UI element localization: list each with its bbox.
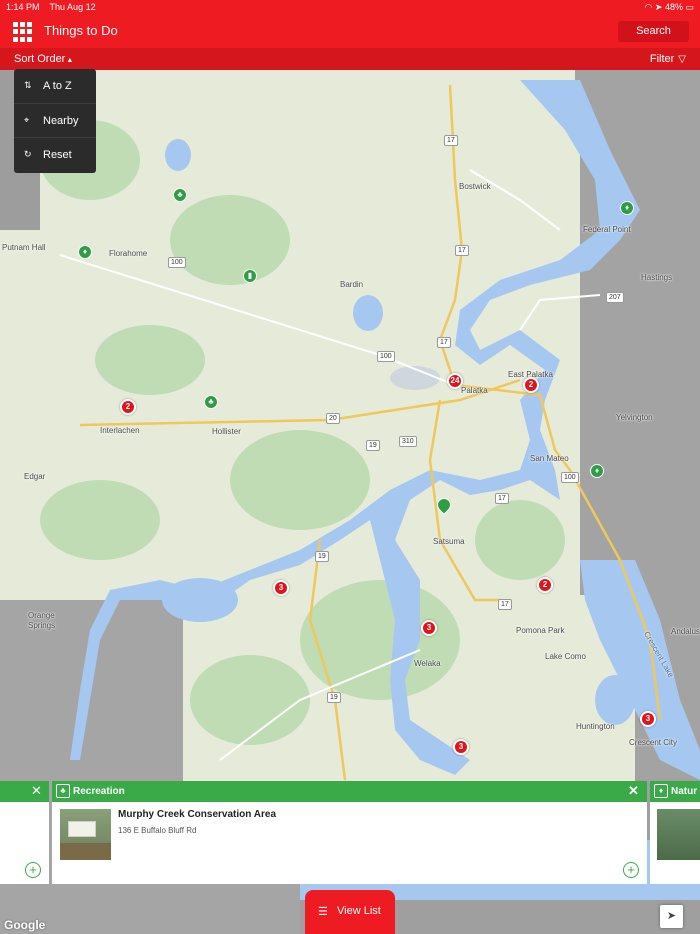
place-thumbnail[interactable] (60, 809, 111, 860)
sort-order-button[interactable]: Sort Order▲ (14, 53, 73, 65)
map-cluster-marker[interactable]: 3 (640, 711, 656, 727)
wifi-icon: ◠ (644, 2, 653, 12)
map-town-label: Huntington (576, 722, 615, 731)
route-shield: 100 (168, 257, 186, 268)
sort-menu-item-a-to-z[interactable]: ⇅ A to Z (14, 69, 96, 104)
add-plus-icon[interactable]: + (25, 862, 41, 878)
map-town-label: Pomona Park (516, 626, 565, 635)
route-shield: 100 (377, 351, 395, 362)
card-category-bar: ♣ Recreation ✕ (52, 781, 647, 802)
route-shield: 19 (315, 551, 329, 562)
poi-nature-icon[interactable]: ♦ (620, 201, 634, 215)
reset-icon: ↻ (24, 149, 32, 160)
map-town-label: Bostwick (459, 182, 491, 191)
add-plus-icon[interactable]: + (623, 862, 639, 878)
sort-menu-item-nearby[interactable]: ⌖ Nearby (14, 104, 96, 139)
map-town-label: Hollister (212, 427, 241, 436)
filter-button[interactable]: Filter ▽ (650, 53, 686, 65)
route-shield: 17 (444, 135, 458, 146)
route-shield: 19 (327, 692, 341, 703)
close-icon[interactable]: ✕ (628, 784, 639, 798)
app-header: Things to Do Search (0, 14, 700, 48)
map-town-label: Satsuma (433, 537, 465, 546)
status-bar: 1:14 PM Thu Aug 12 ◠ ➤ 48% ▭ (0, 0, 700, 14)
battery-icon: ▭ (685, 2, 694, 12)
route-shield: 17 (437, 337, 451, 348)
place-card-next[interactable]: ♦ Natur (650, 781, 700, 884)
map-town-label: Edgar (24, 472, 46, 481)
view-list-label: View List (337, 905, 381, 917)
caret-up-icon: ▲ (66, 57, 74, 64)
route-shield: 17 (498, 599, 512, 610)
filter-funnel-icon: ▽ (678, 54, 686, 65)
sort-menu-item-label: Nearby (43, 114, 79, 127)
nearby-icon: ⌖ (24, 114, 30, 125)
location-arrow-icon: ➤ (654, 2, 663, 12)
place-thumbnail[interactable] (657, 809, 700, 860)
route-shield: 19 (366, 440, 380, 451)
poi-recreation-icon[interactable]: ♣ (204, 395, 218, 409)
map-town-label: Federal Point (583, 225, 631, 234)
route-shield: 17 (495, 493, 509, 504)
place-card[interactable]: ♣ Recreation ✕ Murphy Creek Conservation… (52, 781, 647, 884)
sort-menu-item-label: Reset (43, 149, 72, 162)
map-town-label: Bardin (340, 280, 364, 289)
battery-percent: 48% (664, 2, 683, 12)
card-category-label: Natur (671, 786, 698, 797)
map-town-label: Welaka (414, 659, 441, 668)
map-town-label: Florahome (109, 249, 148, 258)
map-town-label: Lake Como (545, 652, 586, 661)
poi-nature-icon[interactable]: ♦ (590, 464, 604, 478)
route-shield: 207 (606, 292, 624, 303)
place-card-previous[interactable]: ✕ + (0, 781, 49, 884)
list-icon: ☰ (318, 906, 328, 918)
card-category-bar: ✕ (0, 781, 49, 802)
map-town-label: Putnam Hall (2, 243, 46, 252)
locate-me-icon[interactable]: ➤ (660, 905, 683, 928)
poi-nature-icon[interactable]: ♦ (78, 245, 92, 259)
route-shield: 17 (455, 245, 469, 256)
map-cluster-marker[interactable]: 24 (447, 373, 463, 389)
map-town-label: Crescent City (629, 738, 678, 747)
nature-icon: ♦ (654, 784, 668, 798)
recreation-icon: ♣ (56, 784, 70, 798)
close-icon[interactable]: ✕ (31, 784, 42, 798)
search-button[interactable]: Search (618, 21, 689, 42)
sort-order-label: Sort Order (14, 53, 66, 65)
map-cluster-marker[interactable]: 2 (537, 577, 553, 593)
poi-recreation-icon[interactable]: ♣ (173, 188, 187, 202)
grid-menu-icon[interactable] (13, 22, 33, 42)
route-shield: 310 (399, 436, 417, 447)
map-town-label: San Mateo (530, 454, 569, 463)
place-address: 136 E Buffalo Bluff Rd (118, 826, 197, 835)
place-name[interactable]: Murphy Creek Conservation Area (118, 809, 276, 820)
map-town-label: Orange Springs (28, 611, 56, 630)
poi-building-icon[interactable]: ▮ (243, 269, 257, 283)
sort-menu: ⇅ A to Z ⌖ Nearby ↻ Reset (14, 69, 96, 173)
map-town-label: Interlachen (100, 426, 140, 435)
sort-menu-item-label: A to Z (43, 80, 72, 92)
status-date: Thu Aug 12 (49, 2, 96, 12)
view-list-button[interactable]: ☰ View List (305, 890, 395, 934)
map-cluster-marker[interactable]: 3 (453, 739, 469, 755)
map-town-label: Andalusia (671, 627, 700, 636)
map-cluster-marker[interactable]: 3 (421, 620, 437, 636)
card-category-label: Recreation (73, 786, 125, 797)
sort-az-icon: ⇅ (24, 80, 32, 90)
map-town-label: Palatka (461, 386, 488, 395)
page-title: Things to Do (44, 23, 118, 38)
google-attribution: Google (4, 918, 46, 932)
route-shield: 100 (561, 472, 579, 483)
map-cluster-marker[interactable]: 2 (120, 399, 136, 415)
route-shield: 20 (326, 413, 340, 424)
map-cluster-marker[interactable]: 2 (523, 377, 539, 393)
card-category-bar: ♦ Natur (650, 781, 700, 802)
map-town-label: Hastings (641, 273, 673, 282)
sort-menu-item-reset[interactable]: ↻ Reset (14, 138, 96, 173)
status-time: 1:14 PM (6, 2, 40, 12)
map-town-label: Yelvington (616, 413, 653, 422)
map-cluster-marker[interactable]: 3 (273, 580, 289, 596)
filter-label: Filter (649, 53, 675, 65)
sort-filter-bar: Sort Order▲ Filter ▽ (0, 48, 700, 70)
